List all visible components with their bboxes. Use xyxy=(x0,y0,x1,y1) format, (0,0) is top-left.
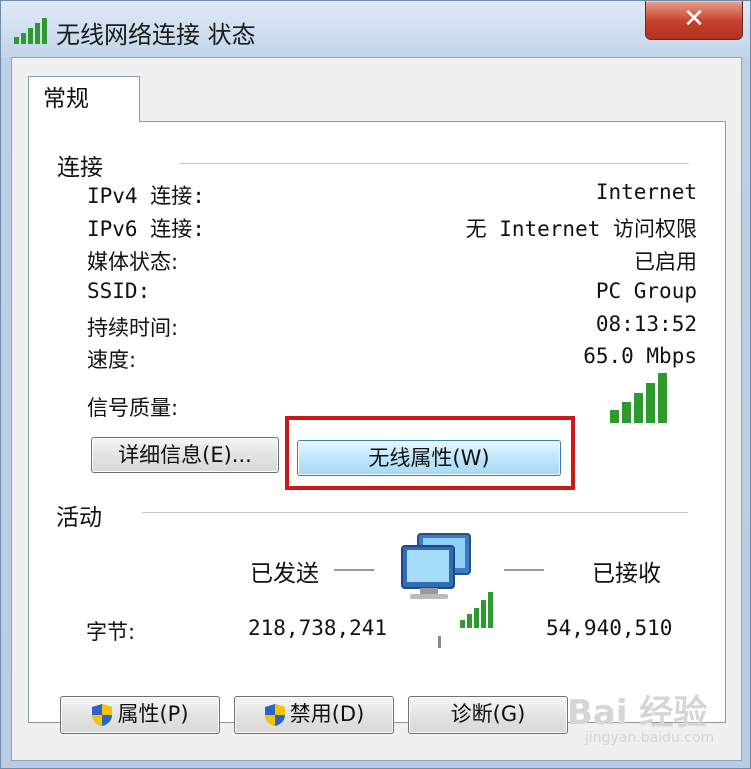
divider xyxy=(504,569,544,571)
tab-general[interactable]: 常规 xyxy=(28,76,140,122)
properties-button[interactable]: 属性(P) xyxy=(60,696,220,734)
bytes-label: 字节: xyxy=(86,620,136,644)
dialog-body: 常规 连接 IPv4 连接: Internet IPv6 连接: 无 Inter… xyxy=(11,57,742,761)
bytes-received-value: 54,940,510 xyxy=(546,616,673,640)
received-label: 已接收 xyxy=(592,561,661,587)
ipv4-value: Internet xyxy=(595,180,697,204)
disable-button-label: 禁用(D) xyxy=(289,702,365,726)
divider xyxy=(142,512,688,513)
bytes-sent-value: 218,738,241 xyxy=(248,616,388,640)
disable-button[interactable]: 禁用(D) xyxy=(234,696,394,734)
close-button[interactable]: ✕ xyxy=(645,1,743,40)
connection-section-title: 连接 xyxy=(57,148,103,182)
properties-button-label: 属性(P) xyxy=(117,702,189,726)
ipv4-label: IPv4 连接: xyxy=(87,184,205,208)
details-button[interactable]: 详细信息(E)... xyxy=(91,437,279,473)
duration-value: 08:13:52 xyxy=(595,312,697,336)
divider xyxy=(179,163,689,164)
watermark-text: Bai 经验 xyxy=(567,693,708,733)
activity-section-title: 活动 xyxy=(56,498,102,532)
ipv6-value: 无 Internet 访问权限 xyxy=(465,217,697,241)
speed-label: 速度: xyxy=(87,348,137,372)
ssid-value: PC Group xyxy=(595,279,697,303)
diagnose-button[interactable]: 诊断(G) xyxy=(408,696,568,734)
divider xyxy=(334,569,374,571)
signal-quality-label: 信号质量: xyxy=(87,396,179,420)
close-icon: ✕ xyxy=(683,4,705,34)
media-state-label: 媒体状态: xyxy=(87,250,179,274)
highlight-box xyxy=(285,416,575,490)
sent-label: 已发送 xyxy=(250,561,319,587)
ssid-label: SSID: xyxy=(87,279,151,303)
media-state-value: 已启用 xyxy=(634,250,697,274)
uac-shield-icon xyxy=(92,704,113,726)
ipv6-label: IPv6 连接: xyxy=(87,217,205,241)
wifi-signal-icon xyxy=(14,18,47,44)
uac-shield-icon xyxy=(264,704,285,726)
network-computer-icon xyxy=(401,533,493,648)
watermark-logo: Bai 经验 jingyan.baidu.com xyxy=(567,685,747,765)
window-title: 无线网络连接 状态 xyxy=(56,21,256,49)
title-bar[interactable]: 无线网络连接 状态 ✕ xyxy=(1,1,750,57)
speed-value: 65.0 Mbps xyxy=(583,344,697,368)
duration-label: 持续时间: xyxy=(87,316,179,340)
watermark-subtext: jingyan.baidu.com xyxy=(585,730,715,746)
status-dialog: 无线网络连接 状态 ✕ 常规 连接 IPv4 连接: Internet IPv6… xyxy=(0,0,751,769)
signal-strength-icon xyxy=(610,373,667,423)
